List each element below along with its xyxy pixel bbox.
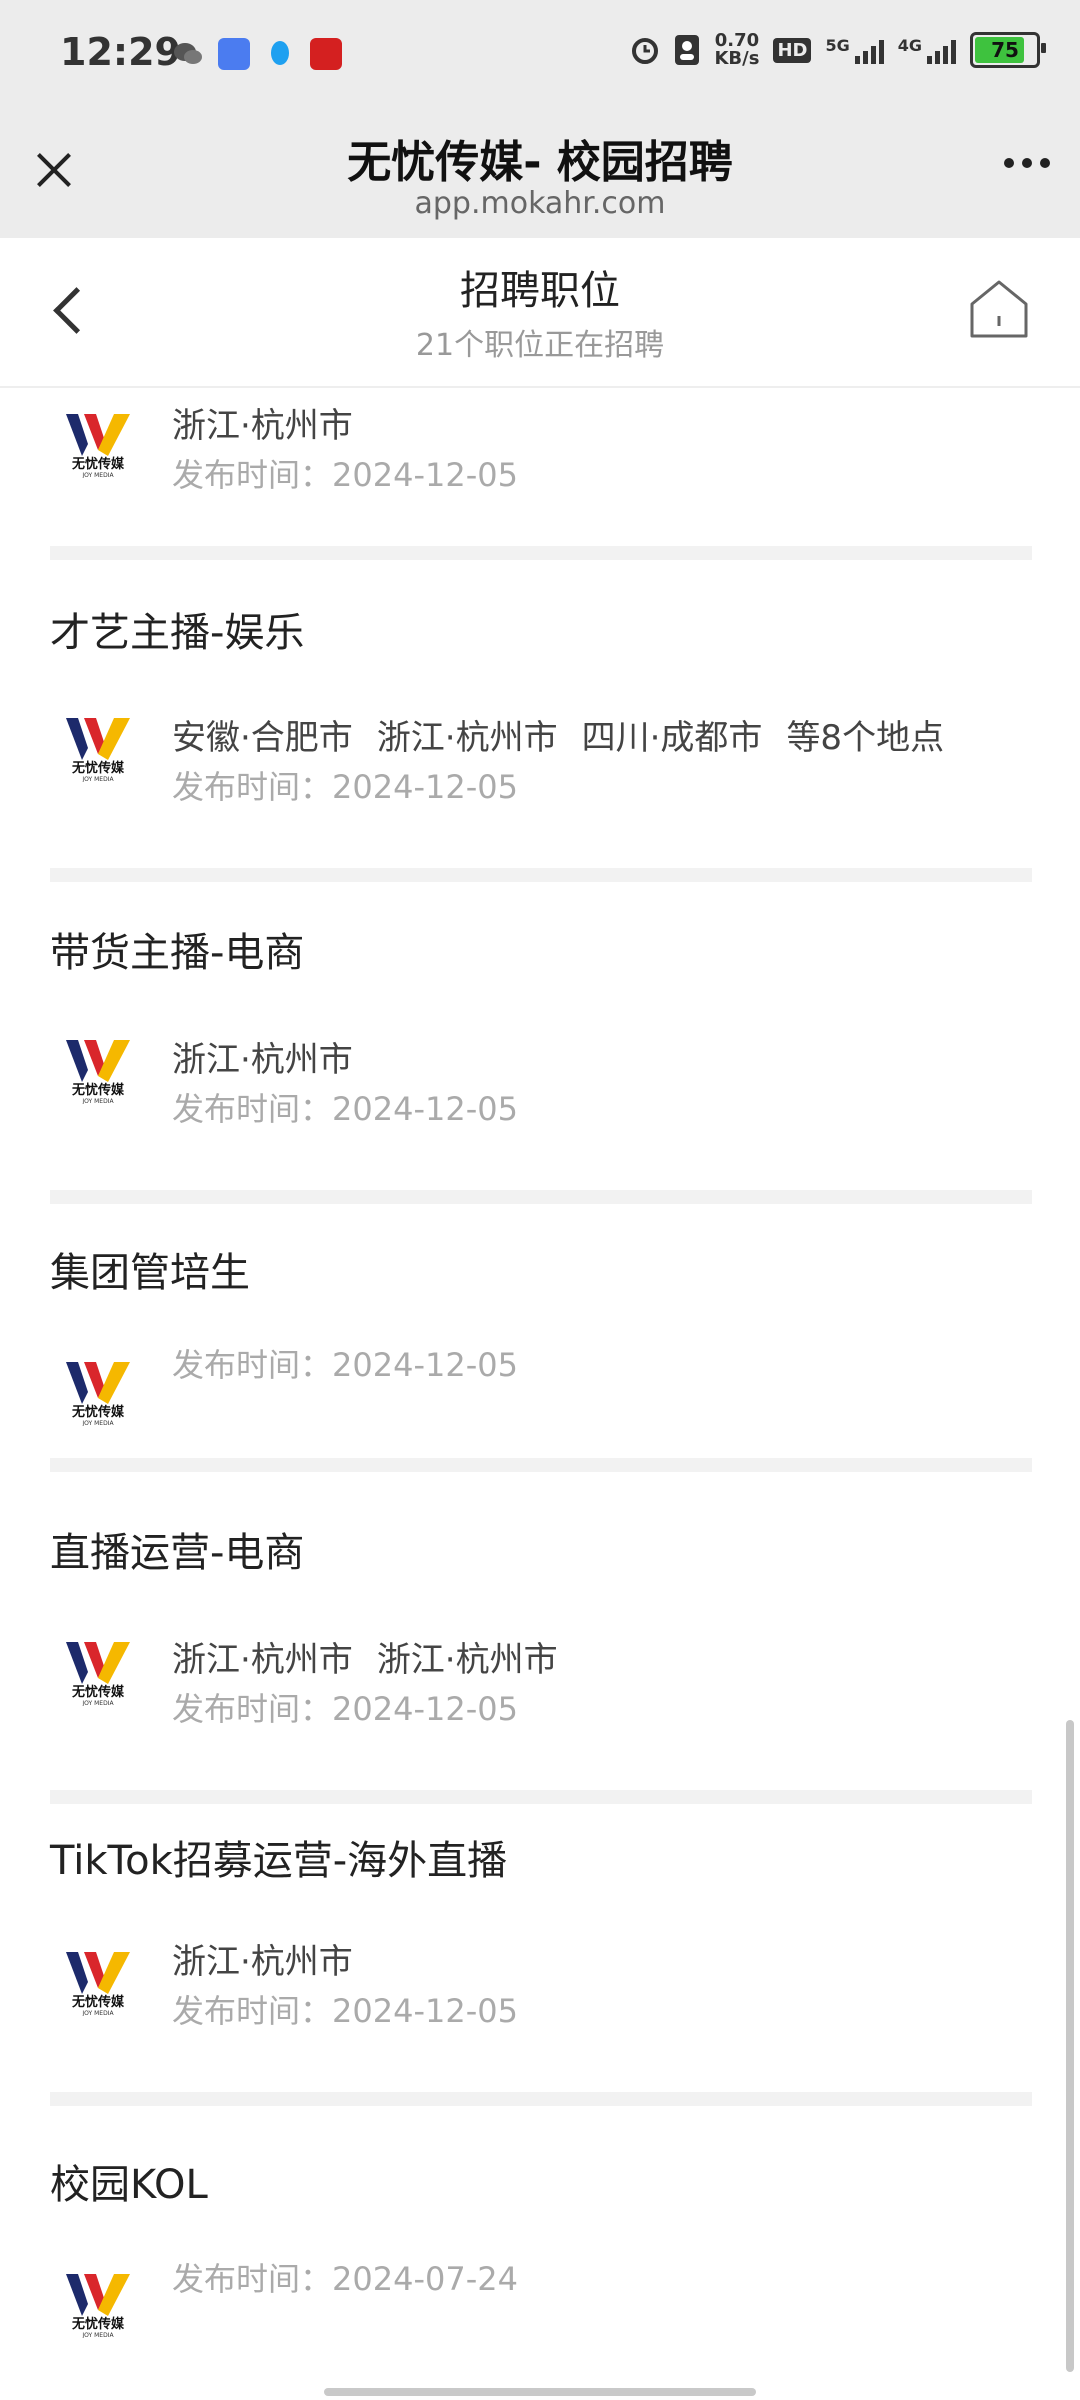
logo-subtext: JOY MEDIA [81, 472, 114, 478]
alarm-icon [632, 38, 659, 64]
more-options-icon[interactable] [1004, 158, 1050, 168]
logo-text: 无忧传媒 [71, 1082, 125, 1098]
logo-subtext: JOY MEDIA [81, 1420, 114, 1426]
job-locations: 浙江·杭州市 [172, 398, 377, 447]
job-location: 四川·成都市 [581, 718, 763, 758]
company-logo: 无忧传媒 JOY MEDIA [62, 406, 134, 479]
home-icon[interactable] [968, 278, 1030, 340]
job-location: 浙江·杭州市 [376, 718, 558, 758]
job-date: 发布时间：2024-12-05 [172, 1090, 518, 1128]
job-locations: 浙江·杭州市 [172, 1032, 377, 1081]
page-navbar: 招聘职位 21个职位正在招聘 [0, 238, 1080, 388]
net-speed: 0.70 KB/s [714, 32, 759, 68]
browser-header: 无忧传媒- 校园招聘 app.mokahr.com [0, 110, 1080, 238]
logo-text: 无忧传媒 [71, 1994, 125, 2010]
job-locations: 浙江·杭州市 浙江·杭州市 [172, 1632, 582, 1681]
job-location: 浙江·杭州市 [172, 1040, 353, 1080]
job-title[interactable]: 带货主播-电商 [50, 920, 304, 978]
job-date: 发布时间：2024-12-05 [172, 1346, 518, 1384]
divider [50, 868, 1032, 882]
signal-5g-icon: 5G [825, 36, 884, 64]
job-locations: 安徽·合肥市 浙江·杭州市 四川·成都市 等8个地点 [172, 710, 968, 759]
logo-subtext: JOY MEDIA [81, 776, 114, 782]
signal-4g-label: 4G [897, 36, 922, 55]
company-logo: 无忧传媒 JOY MEDIA [62, 1634, 134, 1707]
job-locations: 浙江·杭州市 [172, 1934, 377, 1983]
page-title: 招聘职位 [460, 268, 620, 314]
divider [50, 1190, 1032, 1204]
net-speed-unit: KB/s [714, 48, 760, 69]
company-logo: 无忧传媒 JOY MEDIA [62, 710, 134, 783]
job-date: 发布时间：2024-12-05 [172, 1992, 518, 2030]
logo-text: 无忧传媒 [71, 456, 125, 472]
browser-title: 无忧传媒- 校园招聘 [347, 137, 733, 188]
status-time: 12:29 [60, 30, 181, 74]
job-title[interactable]: 集团管培生 [50, 1240, 250, 1298]
logo-text: 无忧传媒 [71, 1404, 125, 1420]
logo-text: 无忧传媒 [71, 2316, 125, 2332]
divider [50, 1458, 1032, 1472]
job-title[interactable]: 才艺主播-娱乐 [50, 600, 304, 658]
page-subtitle: 21个职位正在招聘 [415, 328, 665, 363]
wechat-icon [172, 38, 204, 70]
job-date: 发布时间：2024-07-24 [172, 2260, 518, 2298]
hd-badge: HD [773, 37, 812, 63]
job-title[interactable]: TikTok招募运营-海外直播 [50, 1828, 507, 1886]
company-logo: 无忧传媒 JOY MEDIA [62, 1032, 134, 1105]
job-location: 浙江·杭州市 [376, 1640, 558, 1680]
job-location: 安徽·合肥市 [172, 718, 353, 758]
job-title[interactable]: 校园KOL [50, 2152, 208, 2210]
battery-level: 75 [991, 38, 1019, 62]
job-location: 浙江·杭州市 [172, 406, 353, 446]
job-date: 发布时间：2024-12-05 [172, 768, 518, 806]
logo-text: 无忧传媒 [71, 760, 125, 776]
weather-icon [218, 38, 250, 70]
logo-subtext: JOY MEDIA [81, 2332, 114, 2338]
signal-4g-icon: 4G [898, 36, 956, 64]
logo-subtext: JOY MEDIA [81, 1098, 114, 1104]
job-location: 浙江·杭州市 [172, 1640, 353, 1680]
status-bar: 12:29 0.70 KB/s HD 5G 4G 75 [0, 0, 1080, 110]
divider [50, 546, 1032, 560]
logo-subtext: JOY MEDIA [81, 1700, 114, 1706]
job-location: 等8个地点 [786, 718, 945, 758]
home-indicator[interactable] [324, 2388, 756, 2396]
status-indicators: 0.70 KB/s HD 5G 4G 75 [630, 32, 1046, 68]
company-logo: 无忧传媒 JOY MEDIA [62, 1354, 134, 1427]
job-date: 发布时间：2024-12-05 [172, 456, 518, 494]
logo-text: 无忧传媒 [71, 1684, 125, 1700]
job-title[interactable]: 直播运营-电商 [50, 1520, 304, 1578]
divider [50, 1790, 1032, 1804]
contact-icon [675, 35, 700, 65]
logo-subtext: JOY MEDIA [81, 2010, 114, 2016]
job-location: 浙江·杭州市 [172, 1942, 353, 1982]
red-app-icon [310, 38, 342, 70]
browser-host: app.mokahr.com [414, 186, 666, 221]
divider [50, 2092, 1032, 2106]
battery-icon: 75 [970, 32, 1046, 68]
job-date: 发布时间：2024-12-05 [172, 1690, 518, 1728]
qq-icon [264, 38, 296, 70]
signal-5g-label: 5G [825, 36, 850, 55]
company-logo: 无忧传媒 JOY MEDIA [62, 2266, 134, 2339]
company-logo: 无忧传媒 JOY MEDIA [62, 1944, 134, 2017]
scrollbar[interactable] [1066, 1720, 1074, 2372]
